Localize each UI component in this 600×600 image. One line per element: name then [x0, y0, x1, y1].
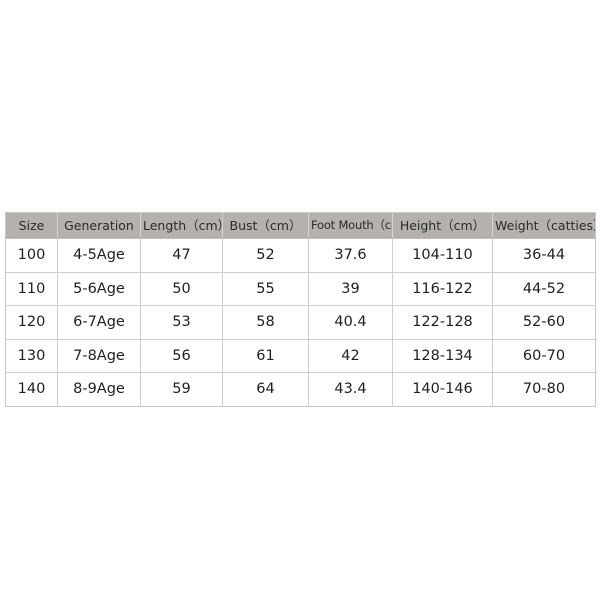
column-header-generation: Generation	[57, 212, 141, 239]
cell-foot-mouth: 43.4	[308, 372, 393, 406]
cell-height: 122-128	[392, 305, 493, 340]
cell-size: 110	[5, 272, 58, 306]
cell-height: 116-122	[392, 272, 493, 306]
cell-weight: 52-60	[492, 305, 596, 340]
cell-weight: 36-44	[492, 238, 596, 273]
cell-size: 100	[5, 238, 58, 273]
table-row: 100 4-5Age 47 52 37.6 104-110 36-44	[5, 238, 596, 273]
cell-weight: 70-80	[492, 372, 596, 406]
cell-length: 59	[140, 372, 223, 406]
cell-generation: 8-9Age	[57, 372, 141, 406]
column-header-length: Length（cm）	[140, 212, 223, 239]
cell-bust: 61	[222, 339, 309, 373]
cell-generation: 4-5Age	[57, 238, 141, 273]
cell-size: 130	[5, 339, 58, 373]
cell-size: 120	[5, 305, 58, 340]
cell-size: 140	[5, 372, 58, 406]
column-header-height: Height（cm）	[392, 212, 493, 239]
cell-foot-mouth: 42	[308, 339, 393, 373]
size-chart-header: Size Generation Length（cm） Bust（cm） Foot…	[5, 212, 596, 239]
cell-height: 104-110	[392, 238, 493, 273]
cell-length: 56	[140, 339, 223, 373]
column-header-weight: Weight（catties）	[492, 212, 596, 239]
table-row: 140 8-9Age 59 64 43.4 140-146 70-80	[5, 372, 596, 406]
cell-bust: 64	[222, 372, 309, 406]
cell-foot-mouth: 39	[308, 272, 393, 306]
cell-length: 53	[140, 305, 223, 340]
cell-weight: 44-52	[492, 272, 596, 306]
cell-bust: 58	[222, 305, 309, 340]
column-header-size: Size	[5, 212, 58, 239]
cell-generation: 6-7Age	[57, 305, 141, 340]
size-chart-container: Size Generation Length（cm） Bust（cm） Foot…	[5, 212, 596, 407]
cell-bust: 52	[222, 238, 309, 273]
size-chart-body: 100 4-5Age 47 52 37.6 104-110 36-44 110 …	[5, 238, 596, 406]
cell-weight: 60-70	[492, 339, 596, 373]
cell-generation: 5-6Age	[57, 272, 141, 306]
table-header-row: Size Generation Length（cm） Bust（cm） Foot…	[5, 212, 596, 239]
table-row: 120 6-7Age 53 58 40.4 122-128 52-60	[5, 305, 596, 340]
cell-generation: 7-8Age	[57, 339, 141, 373]
cell-length: 50	[140, 272, 223, 306]
cell-bust: 55	[222, 272, 309, 306]
column-header-bust: Bust（cm）	[222, 212, 309, 239]
table-row: 110 5-6Age 50 55 39 116-122 44-52	[5, 272, 596, 306]
cell-foot-mouth: 40.4	[308, 305, 393, 340]
cell-height: 140-146	[392, 372, 493, 406]
cell-height: 128-134	[392, 339, 493, 373]
table-row: 130 7-8Age 56 61 42 128-134 60-70	[5, 339, 596, 373]
cell-length: 47	[140, 238, 223, 273]
column-header-foot-mouth: Foot Mouth（cm）	[308, 212, 393, 239]
cell-foot-mouth: 37.6	[308, 238, 393, 273]
size-chart-table: Size Generation Length（cm） Bust（cm） Foot…	[5, 212, 596, 407]
